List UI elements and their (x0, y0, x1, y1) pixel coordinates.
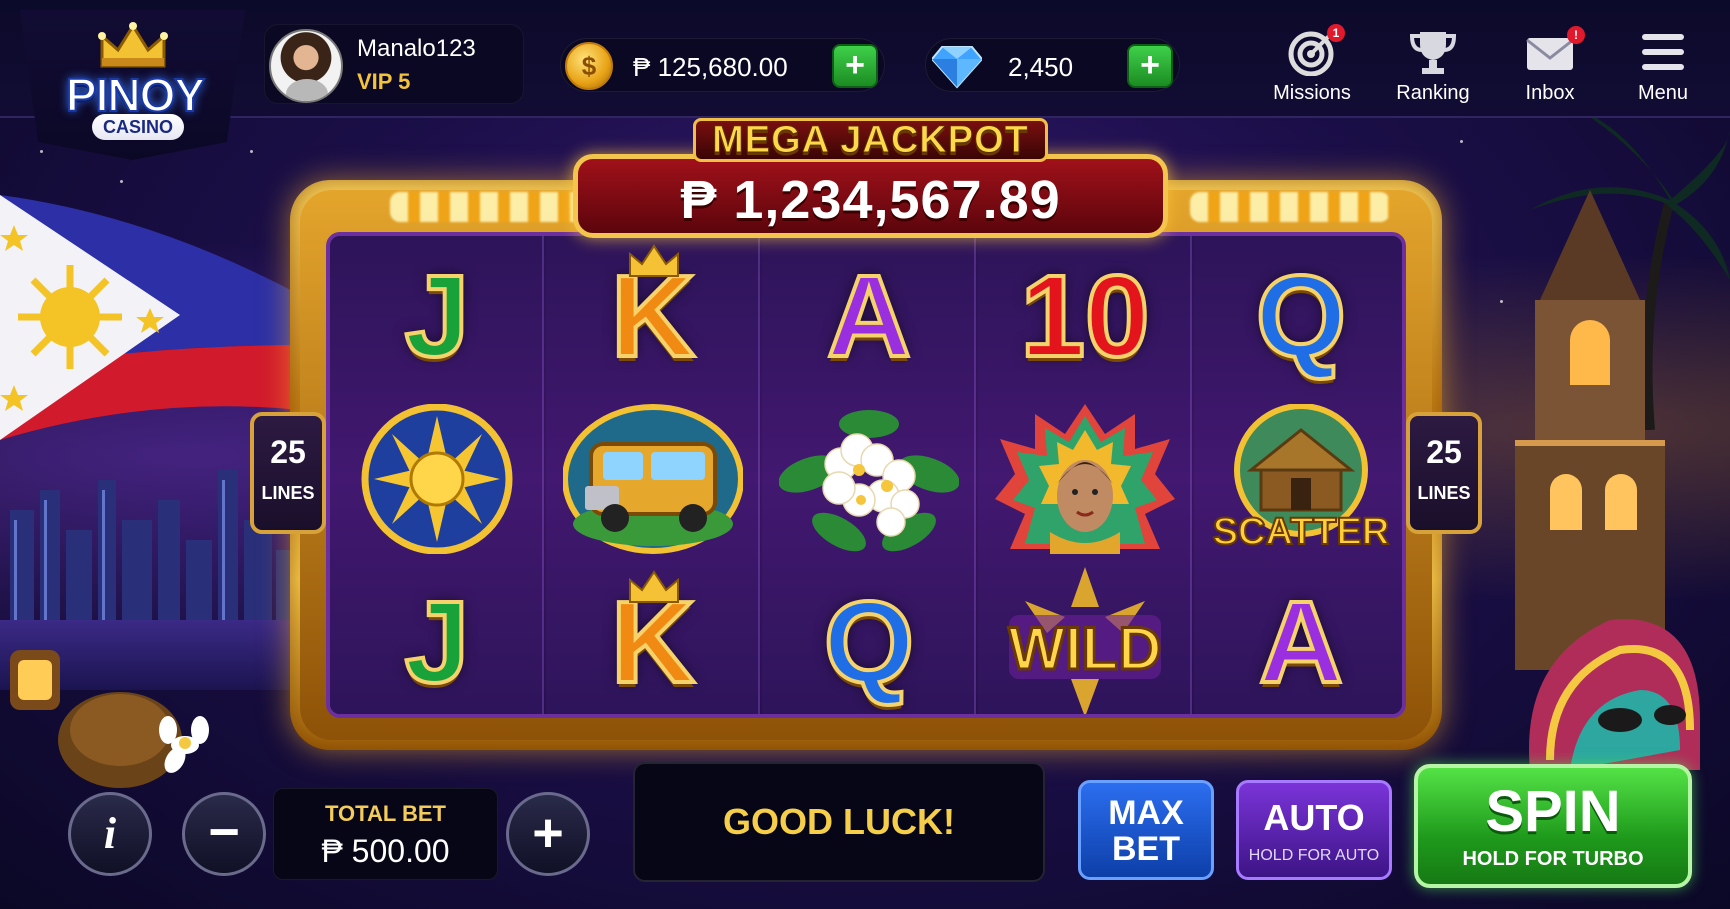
wild-icon: WILD (1007, 567, 1163, 714)
add-gems-button[interactable]: + (1127, 44, 1173, 88)
avatar[interactable] (269, 29, 343, 103)
max-bet-label-line2: BET (1112, 830, 1180, 868)
total-bet-display: TOTAL BET ₱ 500.00 (273, 788, 498, 880)
festival-dancer-symbol-icon (978, 399, 1192, 559)
reel-symbol-a: A (825, 251, 913, 381)
paylines-label: LINES (261, 483, 315, 503)
trophy-icon (1409, 32, 1457, 74)
info-button[interactable]: i (68, 792, 152, 876)
reel-window: J J K K A Q 10 WILD Q SCATTER A (326, 232, 1406, 718)
mega-jackpot-banner: ₱ 1,234,567.89 MEGA JACKPOT (573, 118, 1168, 238)
lantern-coconut-decoration (10, 650, 209, 788)
inbox-badge: ! (1567, 26, 1585, 44)
missions-badge: 1 (1327, 24, 1345, 42)
reel-symbol-10: 10 (1018, 251, 1151, 381)
reel-1: J J (330, 236, 544, 714)
diamond-icon (932, 46, 982, 89)
spin-label: SPIN (1485, 779, 1621, 844)
username: Manalo123 (357, 35, 476, 62)
status-message: GOOD LUCK! (633, 762, 1045, 882)
reel-2: K K (546, 236, 760, 714)
vip-level: VIP 5 (357, 69, 411, 94)
reel-symbol-k: K (546, 236, 760, 396)
paylines-indicator-left: 25 LINES (250, 412, 326, 534)
scatter-nipa-hut-symbol-icon: SCATTER (1194, 399, 1402, 559)
paylines-count: 25 (270, 434, 306, 470)
inbox-label: Inbox (1525, 82, 1575, 104)
reel-symbol-k: K (546, 562, 760, 714)
wild-symbol-icon: WILD (978, 562, 1192, 714)
festival-mask-decoration (1529, 619, 1700, 770)
festival-dancer-icon (995, 404, 1175, 554)
menu-button[interactable]: Menu (1608, 24, 1718, 108)
jackpot-title: MEGA JACKPOT (693, 118, 1048, 162)
jackpot-value: ₱ 1,234,567.89 (680, 170, 1061, 230)
sun-symbol-icon (330, 399, 544, 559)
missions-label: Missions (1273, 82, 1351, 104)
reel-symbol-j: J (403, 251, 471, 381)
paylines-indicator-right: 25 LINES (1406, 412, 1482, 534)
marquee-lights-right (1190, 192, 1390, 222)
sampaguita-flower-symbol-icon (762, 399, 976, 559)
menu-label: Menu (1637, 82, 1689, 104)
bell-tower (1515, 190, 1665, 670)
spin-button[interactable]: SPIN HOLD FOR TURBO (1414, 764, 1692, 888)
coin-balance: $ ₱ 125,680.00 + (560, 38, 885, 92)
reel-symbol-q: Q (822, 577, 916, 707)
add-coins-button[interactable]: + (832, 44, 878, 88)
total-bet-label: TOTAL BET (325, 801, 446, 826)
ranking-label: Ranking (1396, 82, 1470, 104)
gem-balance: 2,450 + (925, 38, 1180, 92)
scatter-text: SCATTER (1213, 511, 1390, 553)
pinoy-casino-logo[interactable]: PINOY CASINO (20, 10, 245, 160)
increase-bet-button[interactable]: + (506, 792, 590, 876)
hamburger-icon (1642, 34, 1684, 70)
ranking-button[interactable]: Ranking (1378, 24, 1488, 108)
player-profile[interactable]: Manalo123 VIP 5 (264, 24, 524, 104)
inbox-button[interactable]: ! Inbox (1495, 24, 1605, 108)
auto-spin-button[interactable]: AUTO HOLD FOR AUTO (1236, 780, 1392, 880)
reel-5: Q SCATTER A (1194, 236, 1402, 714)
slot-machine-frame: J J K K A Q 10 WILD Q SCATTER A (290, 180, 1442, 750)
paylines-label: LINES (1417, 483, 1471, 503)
total-bet-value: ₱ 500.00 (321, 833, 450, 869)
sun-icon (361, 404, 513, 554)
flower-icon (779, 410, 959, 552)
max-bet-button[interactable]: MAX BET (1078, 780, 1214, 880)
reel-4: 10 WILD (978, 236, 1192, 714)
reel-symbol-j: J (403, 577, 471, 707)
auto-label: AUTO (1263, 797, 1365, 838)
logo-sub-text: CASINO (92, 114, 184, 140)
decrease-bet-button[interactable]: − (182, 792, 266, 876)
paylines-count: 25 (1426, 434, 1462, 470)
max-bet-label-line1: MAX (1108, 794, 1184, 832)
coin-balance-value: ₱ 125,680.00 (633, 52, 788, 82)
reel-symbol-a: A (1257, 577, 1345, 707)
jeepney-icon (563, 404, 743, 554)
coin-icon: $ (565, 42, 613, 90)
reel-3: A Q (762, 236, 976, 714)
reel-symbol-q: Q (1254, 251, 1348, 381)
spin-sublabel: HOLD FOR TURBO (1462, 848, 1644, 870)
wild-text: WILD (1008, 615, 1161, 682)
crown-icon (629, 244, 679, 277)
missions-button[interactable]: 1 Missions (1257, 24, 1367, 108)
nipa-hut-icon: SCATTER (1212, 404, 1390, 554)
auto-sublabel: HOLD FOR AUTO (1248, 847, 1380, 864)
gem-balance-value: 2,450 (1008, 52, 1074, 82)
jeepney-symbol-icon (546, 399, 760, 559)
jackpot-display: ₱ 1,234,567.89 (573, 154, 1168, 238)
philippine-flag-icon (0, 195, 300, 440)
crown-icon (629, 570, 679, 603)
crown-icon (98, 22, 168, 68)
